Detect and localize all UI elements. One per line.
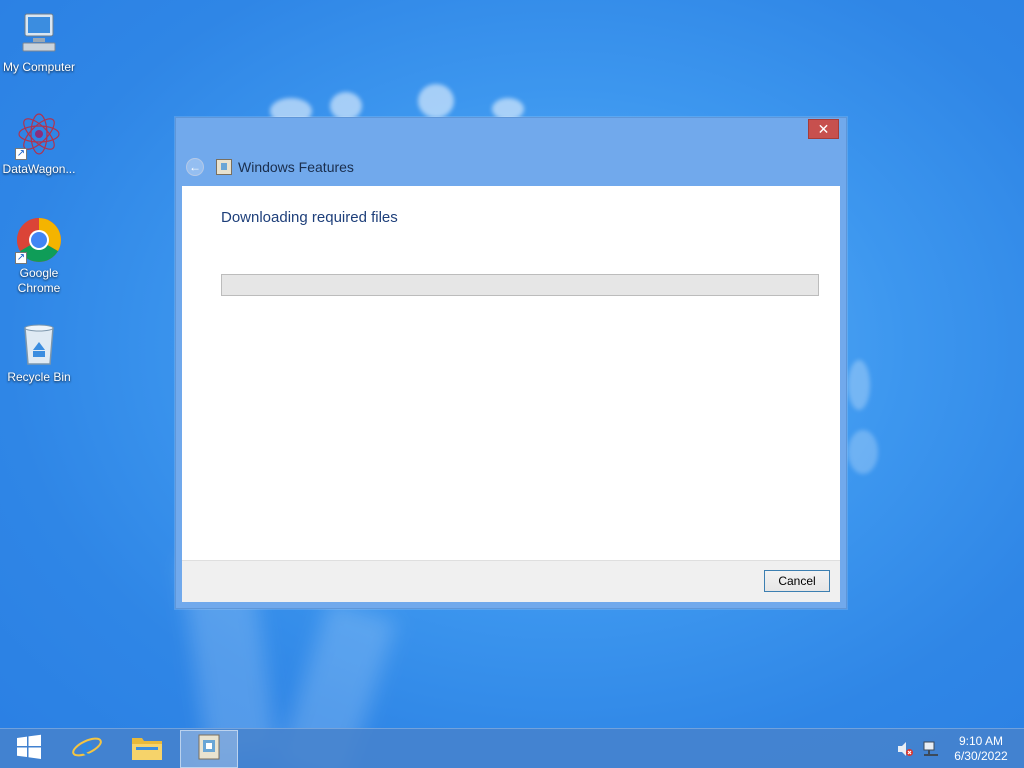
taskbar: e 9:10 AM 6/30/2022: [0, 728, 1024, 768]
file-explorer-icon: [131, 733, 163, 766]
clock-date: 6/30/2022: [954, 749, 1008, 763]
desktop-icon-my-computer[interactable]: My Computer: [1, 10, 77, 75]
cancel-button[interactable]: Cancel: [764, 570, 830, 592]
desktop-icon-label: Google Chrome: [17, 266, 61, 295]
wallpaper-petal: [330, 92, 362, 120]
clock[interactable]: 9:10 AM 6/30/2022: [948, 734, 1014, 764]
dialog-body: Downloading required files: [182, 186, 840, 560]
clock-time: 9:10 AM: [958, 734, 1004, 748]
windows-start-icon: [16, 734, 42, 765]
close-button[interactable]: ✕: [808, 119, 839, 139]
back-arrow-icon[interactable]: ←: [186, 158, 204, 176]
svg-text:e: e: [81, 732, 93, 761]
network-icon[interactable]: [922, 740, 940, 758]
taskbar-windows-features[interactable]: [180, 730, 238, 768]
status-heading: Downloading required files: [221, 209, 398, 226]
chrome-icon: ↗: [15, 216, 63, 264]
start-button[interactable]: [0, 730, 58, 768]
dialog-title: Windows Features: [238, 159, 354, 175]
dialog-footer: Cancel: [182, 560, 840, 602]
windows-features-icon: [196, 733, 222, 766]
volume-muted-icon[interactable]: [896, 740, 914, 758]
wallpaper-petal: [848, 430, 878, 474]
shortcut-arrow-icon: ↗: [15, 252, 27, 264]
shortcut-arrow-icon: ↗: [15, 148, 27, 160]
windows-features-app-icon: [216, 159, 232, 175]
taskbar-file-explorer[interactable]: [118, 730, 176, 768]
desktop-icon-recycle-bin[interactable]: Recycle Bin: [1, 320, 77, 385]
windows-features-dialog: ✕ ← Windows Features Downloading require…: [175, 117, 847, 609]
taskbar-internet-explorer[interactable]: e: [58, 730, 116, 768]
wallpaper-petal: [848, 360, 870, 410]
wallpaper-petal: [418, 84, 454, 118]
desktop-icon-datawagon[interactable]: ↗ DataWagon...: [1, 112, 77, 177]
desktop-icon-label: DataWagon...: [2, 162, 76, 176]
dialog-header: ← Windows Features: [186, 155, 354, 179]
recycle-bin-icon: [15, 320, 63, 368]
datawagon-icon: ↗: [15, 112, 63, 160]
computer-icon: [15, 10, 63, 58]
desktop-icon-google-chrome[interactable]: ↗ Google Chrome: [1, 216, 77, 296]
internet-explorer-icon: e: [71, 731, 103, 768]
desktop-icon-label: Recycle Bin: [7, 370, 71, 384]
system-tray: 9:10 AM 6/30/2022: [896, 729, 1024, 768]
download-progress-bar: [221, 274, 819, 296]
desktop-icon-label: My Computer: [2, 60, 76, 74]
